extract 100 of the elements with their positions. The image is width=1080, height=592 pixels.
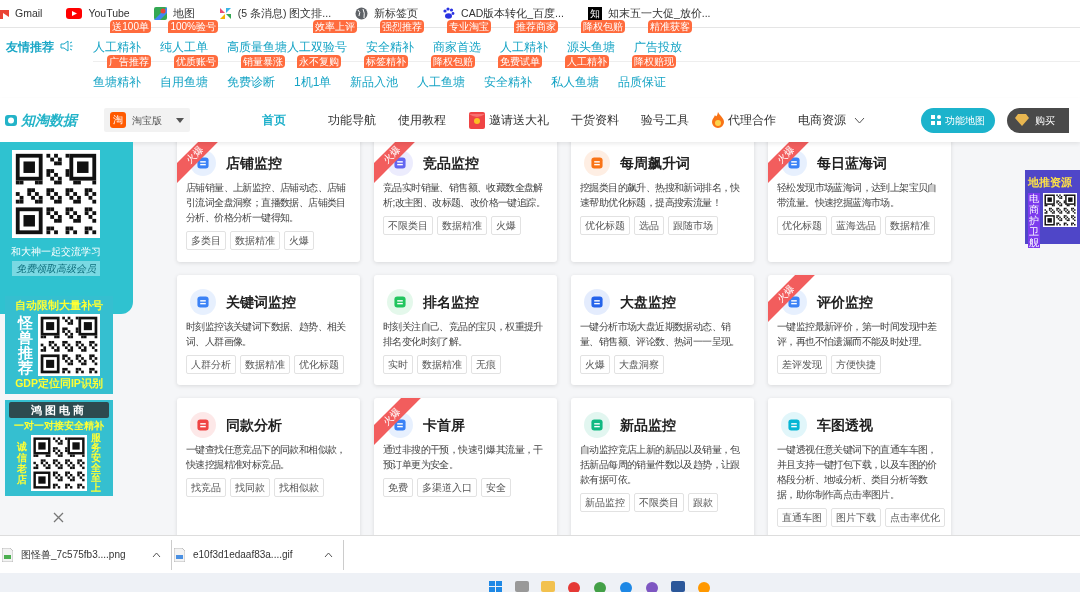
platform-select[interactable]: 淘 淘宝版 bbox=[104, 108, 190, 132]
app-icon[interactable] bbox=[697, 581, 711, 592]
app-icon[interactable] bbox=[671, 581, 685, 592]
app-icon[interactable] bbox=[567, 581, 581, 592]
tag: 点击率优化 bbox=[885, 508, 945, 527]
feature-card[interactable]: 火爆 店铺监控 店铺销量、上新监控、店铺动态、店铺引流词全盘洞察；直播数据、店铺类目分析、价格分析一键得知。 多类目 数据精准 火爆 bbox=[177, 142, 360, 262]
feature-icon bbox=[781, 412, 807, 438]
buy-button[interactable]: 购买 bbox=[1007, 107, 1069, 133]
tag: 数据精准 bbox=[240, 355, 290, 374]
feature-icon bbox=[190, 289, 216, 315]
tag: 跟随市场 bbox=[668, 216, 718, 235]
app-icon[interactable] bbox=[645, 581, 659, 592]
promo-badge: 精准获客 bbox=[648, 20, 692, 33]
tag: 直通车图 bbox=[777, 508, 827, 527]
feature-icon bbox=[584, 289, 610, 315]
feature-card[interactable]: 火爆 每日蓝海词 轻松发现市场蓝海词，达到上架宝贝自带流量。快速挖掘蓝海市场。 优化标题 蓝海选品 数据精准 bbox=[768, 142, 951, 262]
feature-icon bbox=[387, 289, 413, 315]
ad-banner[interactable]: 鸿图电商 一对一对接安全精补 诚信老店 服务安全至上 bbox=[5, 399, 113, 496]
chevron-down-icon bbox=[854, 116, 865, 124]
promo-badge: 免费试单 bbox=[498, 55, 543, 68]
bookmark[interactable]: 新标签页 bbox=[355, 5, 419, 22]
bookmark[interactable]: YouTube bbox=[66, 5, 130, 22]
tag: 新品监控 bbox=[580, 493, 630, 512]
promo-badge: 100%验号 bbox=[168, 20, 218, 33]
card-description: 挖掘类目的飙升、热搜和新词排名，快速帮助优化标题，提高搜索流量！ bbox=[580, 181, 741, 210]
tag: 数据精准 bbox=[437, 216, 487, 235]
bookmark[interactable]: 知 知末五一大促_放价... bbox=[587, 5, 711, 22]
bookmark[interactable]: Gmail bbox=[0, 5, 43, 22]
tag: 数据精准 bbox=[885, 216, 935, 235]
card-description: 时刻关注自己、竞品的宝贝，权重提升排名变化时刻了解。 bbox=[383, 320, 544, 349]
tag: 蓝海选品 bbox=[831, 216, 881, 235]
bookmark[interactable]: 地图 bbox=[153, 5, 195, 22]
feature-card[interactable]: 每周飙升词 挖掘类目的飙升、热搜和新词排名，快速帮助优化标题，提高搜索流量！ 优化标题 选品 跟随市场 bbox=[571, 142, 754, 262]
card-title: 排名监控 bbox=[423, 292, 479, 312]
nav-tab[interactable]: 验号工具 bbox=[641, 111, 689, 129]
qr-code-icon bbox=[31, 435, 87, 491]
tag: 差评发现 bbox=[777, 355, 827, 374]
feature-card[interactable]: 车图透视 一键透视任意关键词下的直通车车图，并且支持一键打包下载，以及车图的价格段分析、地域分析、类目分析等数据，助你制作高点击率图片。 直通车图 图片下载 点击率优化 bbox=[768, 398, 951, 535]
promo-badge: 销量暴涨 bbox=[241, 55, 285, 68]
close-icon[interactable] bbox=[53, 512, 64, 523]
feature-card[interactable]: 火爆 评价监控 一键监控最新评价，第一时间发现中差评，再也不怕遗漏而不能及时处理。 差评发现 方便快捷 bbox=[768, 275, 951, 385]
bookmark[interactable]: (5 条消息) 图文排... bbox=[218, 5, 332, 22]
app-icon[interactable] bbox=[619, 581, 633, 592]
card-title: 竞品监控 bbox=[423, 153, 479, 173]
tag: 优化标题 bbox=[580, 216, 630, 235]
card-title: 每周飙升词 bbox=[620, 153, 690, 173]
promo-badge: 人工精补 bbox=[565, 55, 610, 68]
feature-card[interactable]: 同款分析 一键查找任意竞品下的同款和相似款，快速挖掘精准对标竞品。 找竞品 找同款 找相似款 bbox=[177, 398, 360, 535]
nav-tab[interactable]: 干货资料 bbox=[571, 111, 619, 129]
promo-badge: 降权包赔 bbox=[581, 20, 625, 33]
promo-badge: 效率上评 bbox=[313, 20, 357, 33]
tag: 安全 bbox=[481, 478, 511, 497]
tag: 优化标题 bbox=[294, 355, 344, 374]
windows-icon[interactable] bbox=[489, 581, 503, 592]
feature-card[interactable]: 关键词监控 时刻监控该关键词下数据、趋势、相关词、人群画像。 人群分析 数据精准 优化标题 bbox=[177, 275, 360, 385]
mail-icon bbox=[0, 7, 9, 20]
download-item[interactable]: e10f3d1edaaf83a....gif bbox=[174, 539, 344, 570]
card-title: 店铺监控 bbox=[226, 153, 282, 173]
logo-icon bbox=[4, 113, 18, 127]
card-title: 车图透视 bbox=[817, 415, 873, 435]
promo-badge: 强烈推荐 bbox=[380, 20, 424, 33]
card-title: 关键词监控 bbox=[226, 292, 296, 312]
bookmark[interactable]: CAD版本转化_百度... bbox=[442, 5, 564, 22]
tag: 跟款 bbox=[688, 493, 718, 512]
promo-badge: 广告推荐 bbox=[107, 55, 151, 68]
download-item[interactable]: 图怪兽_7c575fb3....png bbox=[2, 539, 172, 570]
tag: 多类目 bbox=[186, 231, 226, 250]
chevron-up-icon[interactable] bbox=[324, 551, 333, 558]
qr-code-icon bbox=[11, 150, 100, 238]
app-icon[interactable] bbox=[593, 581, 607, 592]
feature-icon bbox=[584, 412, 610, 438]
promo-badge: 降权包赔 bbox=[431, 55, 476, 68]
feature-card[interactable]: 火爆 卡首屏 通过非搜的干预，快速引爆其流量，干预订单更为安全。 免费 多渠道入口 安全 bbox=[374, 398, 557, 535]
envelope-icon bbox=[468, 110, 486, 130]
tag: 无痕 bbox=[471, 355, 501, 374]
card-description: 一键分析市场大盘近期数据动态、销量、销售额、评论数、热词一一呈现。 bbox=[580, 320, 741, 349]
nav-tab[interactable]: 功能导航 bbox=[328, 111, 376, 129]
tag: 人群分析 bbox=[186, 355, 236, 374]
nav-tab[interactable]: 邀请送大礼 bbox=[468, 110, 549, 130]
play-icon bbox=[66, 8, 83, 19]
feature-card[interactable]: 火爆 竞品监控 竞品实时销量、销售额、收藏数全盘解析;改主图、改标题、改价格一键追踪。 不限类目 数据精准 火爆 bbox=[374, 142, 557, 262]
feature-card[interactable]: 大盘监控 一键分析市场大盘近期数据动态、销量、销售额、评论数、热词一一呈现。 火爆 大盘洞察 bbox=[571, 275, 754, 385]
grid-icon bbox=[931, 115, 941, 125]
nav-tab[interactable]: 代理合作 bbox=[711, 111, 776, 129]
promo-badge: 降权赔现 bbox=[632, 55, 677, 68]
card-description: 一键查找任意竞品下的同款和相似款，快速挖掘精准对标竞品。 bbox=[186, 443, 347, 472]
tag: 优化标题 bbox=[777, 216, 827, 235]
tag: 免费 bbox=[383, 478, 413, 497]
feature-card[interactable]: 新品监控 自动监控竞店上新的新品以及销量，包括新品每周的销量件数以及趋势，让跟款有据可依。 新品监控 不限类目 跟款 bbox=[571, 398, 754, 535]
tag: 火爆 bbox=[580, 355, 610, 374]
chevron-up-icon[interactable] bbox=[152, 551, 161, 558]
site-icon: 知 bbox=[587, 6, 602, 21]
tag: 数据精准 bbox=[417, 355, 467, 374]
section-label: 友情推荐 bbox=[6, 39, 54, 56]
qr-code-icon bbox=[38, 313, 100, 376]
nav-tab[interactable]: 使用教程 bbox=[398, 111, 446, 129]
nav-tab[interactable]: 电商资源 bbox=[798, 111, 865, 129]
card-title: 新品监控 bbox=[620, 415, 676, 435]
card-description: 时刻监控该关键词下数据、趋势、相关词、人群画像。 bbox=[186, 320, 347, 349]
feature-card[interactable]: 排名监控 时刻关注自己、竞品的宝贝，权重提升排名变化时刻了解。 实时 数据精准 无痕 bbox=[374, 275, 557, 385]
